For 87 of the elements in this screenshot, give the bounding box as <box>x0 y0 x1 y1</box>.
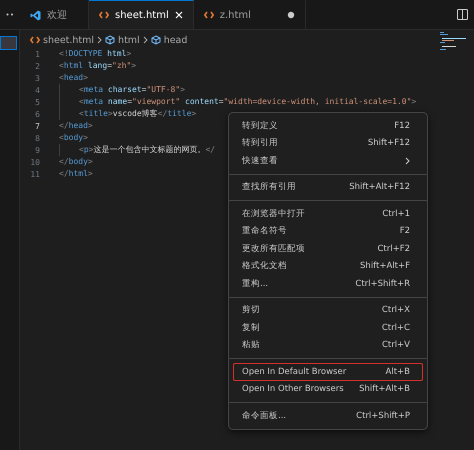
menu-label: Open In Other Browsers <box>242 384 344 394</box>
line-number: 1 <box>34 50 40 58</box>
code-line: <body> <box>59 132 88 144</box>
menu-item[interactable]: Open In Other Browsers Shift+Alt+B <box>233 380 423 398</box>
menu-label: 转到定义 <box>242 120 278 132</box>
menu-shortcut: Alt+B <box>386 366 410 377</box>
code-line: </head> <box>59 120 93 132</box>
line-number: 4 <box>34 86 40 94</box>
menu-label: 在浏览器中打开 <box>242 208 305 220</box>
line-number: 2 <box>34 62 40 70</box>
menu-shortcut: Shift+Alt+B <box>359 384 410 394</box>
chevron-right-icon <box>142 36 148 44</box>
line-number: 8 <box>34 134 40 142</box>
menu-shortcut: Ctrl+C <box>382 322 410 333</box>
menu-shortcut: Ctrl+Shift+P <box>356 410 410 421</box>
menu-item[interactable]: Open In Default Browser Alt+B <box>233 363 423 380</box>
menu-label: 转到引用 <box>242 137 278 150</box>
editor-logo-icon <box>30 10 41 20</box>
menu-item[interactable]: 复制 Ctrl+C <box>233 319 423 336</box>
menu-item[interactable]: 快速查看 <box>233 152 423 170</box>
menu-item[interactable]: 粘贴 Ctrl+V <box>233 336 423 354</box>
menu-item[interactable]: 剪切 Ctrl+X <box>233 302 423 319</box>
breadcrumb-item[interactable]: sheet.html <box>30 34 94 46</box>
menu-label: 格式化文档 <box>242 260 287 272</box>
menu-label: 命令面板... <box>242 410 286 422</box>
menu-item[interactable]: 命令面板... Ctrl+Shift+P <box>233 407 423 424</box>
menu-label: 查找所有引用 <box>242 181 296 194</box>
menu-item[interactable]: 转到定义 F12 <box>233 117 423 134</box>
menu-label: 粘贴 <box>242 339 260 352</box>
menu-shortcut: Ctrl+V <box>382 340 410 350</box>
code-file-icon <box>204 11 214 19</box>
menu-item[interactable]: 重命名符号 F2 <box>233 222 423 240</box>
code-line: <title>vscode博客</title> <box>59 108 196 120</box>
cube-icon <box>105 35 116 45</box>
line-number: 11 <box>29 170 40 178</box>
tab-label: 欢迎 <box>47 8 67 22</box>
menu-label: 复制 <box>242 322 260 334</box>
editor-tab[interactable]: sheet.html <box>89 0 194 29</box>
code-line: </body> <box>59 156 93 168</box>
line-number: 10 <box>29 158 40 166</box>
code-line: <head> <box>59 72 88 84</box>
menu-label: 更改所有匹配项 <box>242 242 305 255</box>
menu-shortcut: Shift+Alt+F12 <box>349 182 410 192</box>
menu-shortcut: F12 <box>394 120 410 131</box>
menu-item[interactable]: 更改所有匹配项 Ctrl+F2 <box>233 240 423 258</box>
menu-shortcut: Shift+F12 <box>368 138 410 148</box>
minimap-drawing <box>440 32 466 50</box>
code-file-icon <box>99 11 109 19</box>
menu-item[interactable]: 在浏览器中打开 Ctrl+1 <box>233 205 423 222</box>
code-line: <meta charset="UTF-8"> <box>59 84 185 96</box>
menu-label: 重构... <box>242 278 268 290</box>
split-editor-icon[interactable] <box>457 9 468 20</box>
menu-shortcut: Shift+Alt+F <box>360 261 410 272</box>
chevron-right-icon <box>97 36 102 44</box>
code-line: </html> <box>59 168 93 180</box>
menu-item[interactable]: 查找所有引用 Shift+Alt+F12 <box>233 178 423 196</box>
menu-item[interactable]: 重构... Ctrl+Shift+R <box>233 275 423 292</box>
menu-shortcut: Ctrl+X <box>382 305 410 316</box>
line-number: 7 <box>34 122 40 130</box>
tab-label: z.html <box>220 10 251 20</box>
cube-icon <box>150 35 161 45</box>
menu-shortcut: Ctrl+1 <box>382 208 410 219</box>
code-file-icon <box>30 36 40 44</box>
selected-explorer-row[interactable] <box>0 36 17 50</box>
more-icon[interactable] <box>6 13 14 16</box>
menu-label: 剪切 <box>242 304 260 316</box>
menu-shortcut: Ctrl+Shift+R <box>355 278 410 289</box>
breadcrumb-item[interactable]: head <box>150 34 188 46</box>
code-line: <!DOCTYPE html> <box>59 48 132 60</box>
menu-item[interactable]: 转到引用 Shift+F12 <box>233 134 423 152</box>
menu-shortcut: Ctrl+F2 <box>377 244 410 254</box>
line-number: 6 <box>34 110 40 118</box>
editor-tab[interactable]: z.html <box>194 0 306 29</box>
code-line: <meta name="viewport" content="width=device-width, initial-scale=1.0"> <box>59 96 416 108</box>
menu-label: Open In Default Browser <box>242 366 346 377</box>
line-number: 3 <box>34 74 40 82</box>
menu-label: 快速查看 <box>242 154 278 167</box>
code-line: <html lang="zh"> <box>59 60 136 72</box>
breadcrumb-item[interactable]: html <box>105 34 140 46</box>
line-number: 5 <box>34 98 40 106</box>
menu-item[interactable]: 格式化文档 Shift+Alt+F <box>233 258 423 275</box>
menu-shortcut: F2 <box>400 226 410 236</box>
code-line: <p>这是一个包含中文标题的网页。</ <box>59 144 216 156</box>
menu-label: 重命名符号 <box>242 225 287 238</box>
line-number: 9 <box>34 146 40 154</box>
tab-label: sheet.html <box>115 10 169 20</box>
close-icon[interactable] <box>174 11 183 19</box>
